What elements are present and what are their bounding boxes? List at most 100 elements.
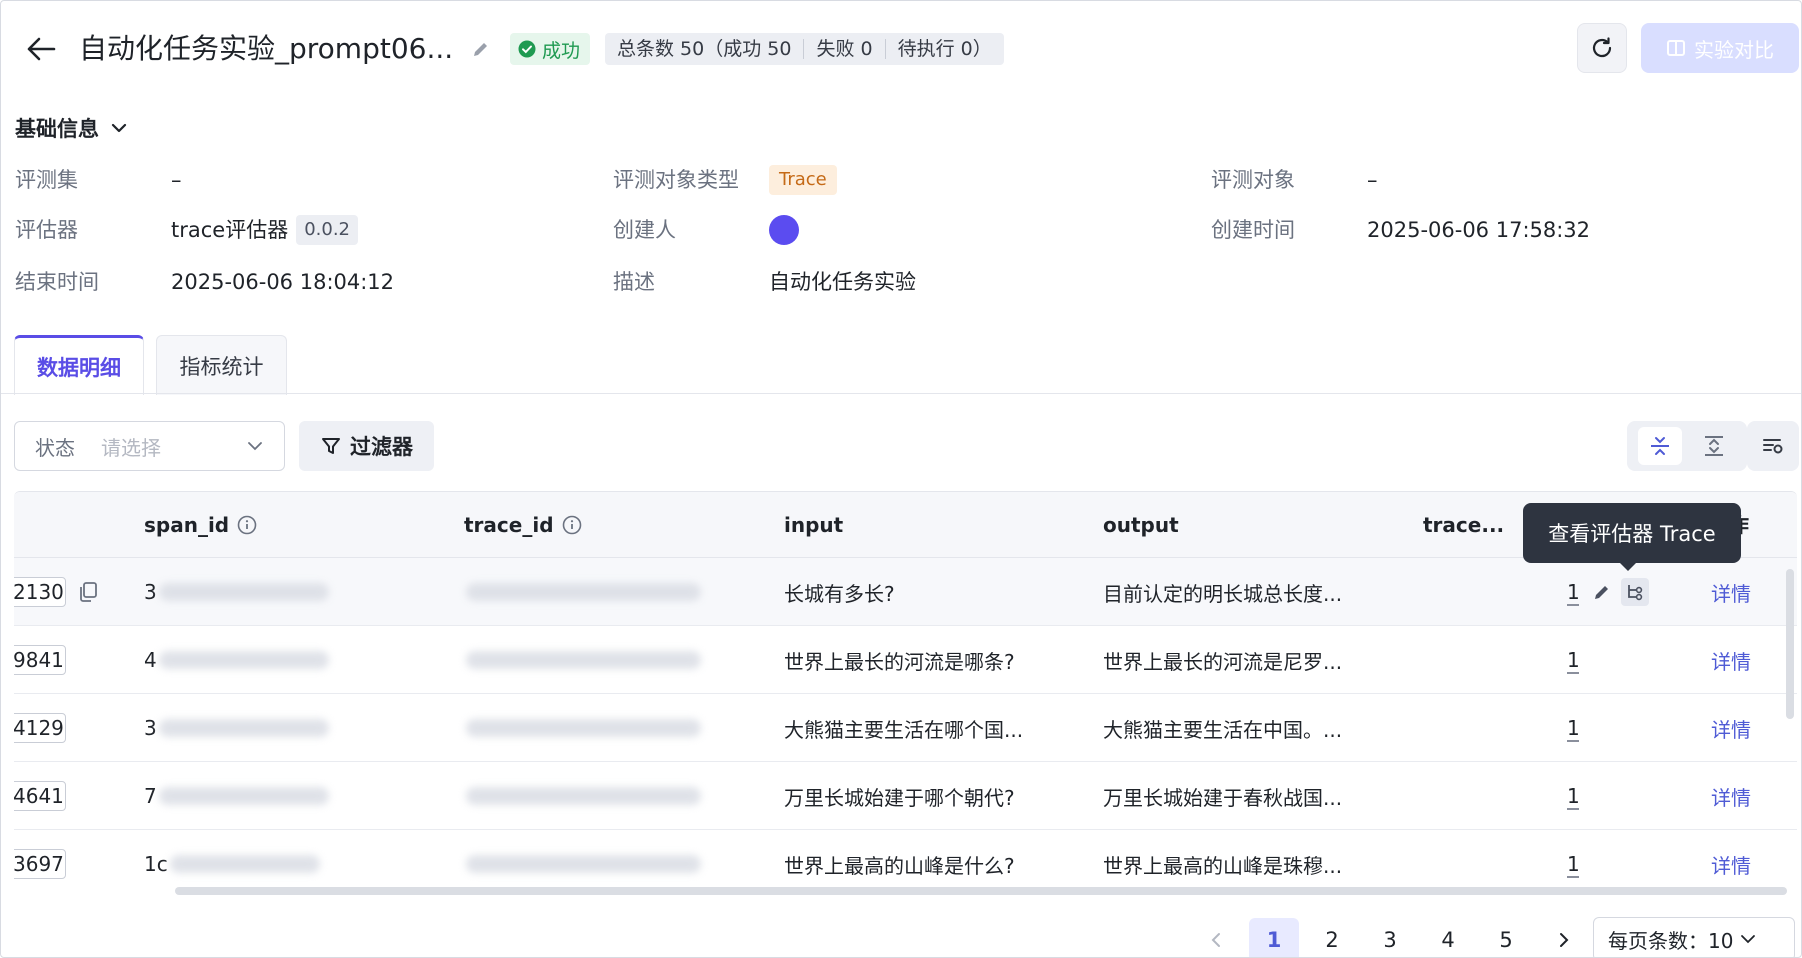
trace-id-cell <box>464 694 701 762</box>
evaluator-value: trace评估器 0.0.2 <box>171 215 359 245</box>
tab-divider <box>1 393 1801 394</box>
page-2-button[interactable]: 2 <box>1307 918 1357 957</box>
total-count: 总条数 50（成功 50 <box>617 38 792 60</box>
info-circle-icon[interactable] <box>562 515 582 535</box>
status-text: 成功 <box>542 39 581 62</box>
desc-label: 描述 <box>613 270 655 294</box>
span-id-prefix: 1c <box>144 852 168 876</box>
edit-score-pencil-icon[interactable] <box>1588 578 1616 606</box>
table-row[interactable]: 4129 3 大熊猫主要生活在哪个国... 大熊猫主要生活在中国。... 1 详… <box>14 694 1797 762</box>
score-value[interactable]: 1 <box>1567 762 1580 830</box>
redacted-span-id <box>158 719 329 737</box>
creator-value <box>769 215 799 245</box>
detail-link[interactable]: 详情 <box>1711 762 1751 830</box>
table-row[interactable]: 3697 1c 世界上最高的山峰是什么? 世界上最高的山峰是珠穆... 1 详情 <box>14 830 1797 891</box>
row-id: 9841 <box>14 645 66 675</box>
edit-title-pencil-icon[interactable] <box>467 35 495 63</box>
creator-avatar[interactable] <box>769 215 799 245</box>
table-row[interactable]: 2130 3 长城有多长? 目前认定的明长城总长度... 1 详情 <box>14 558 1797 626</box>
detail-link[interactable]: 详情 <box>1711 694 1751 762</box>
experiment-detail-page: 自动化任务实验_prompt06... 成功 总条数 50（成功 50 失败 0… <box>0 0 1802 958</box>
horizontal-scrollbar[interactable] <box>175 887 1787 895</box>
target-label: 评测对象 <box>1211 168 1295 192</box>
trace-id-cell <box>464 830 701 891</box>
tab-metric-stats[interactable]: 指标统计 <box>156 335 287 395</box>
end-time-label: 结束时间 <box>15 270 99 294</box>
trace-id-cell <box>464 558 701 626</box>
page-4-button[interactable]: 4 <box>1423 918 1473 957</box>
col-output: output <box>1103 513 1179 537</box>
prev-page-chevron-icon[interactable] <box>1191 918 1241 957</box>
detail-link[interactable]: 详情 <box>1711 558 1751 626</box>
desc-value: 自动化任务实验 <box>769 270 916 294</box>
loose-density-button[interactable] <box>1692 427 1736 465</box>
table-row[interactable]: 4641 7 万里长城始建于哪个朝代? 万里长城始建于春秋战国... 1 详情 <box>14 762 1797 830</box>
output-cell: 万里长城始建于春秋战国... <box>1103 785 1343 810</box>
status-select-label: 状态 <box>35 435 75 460</box>
col-span-id-label: span_id <box>144 513 230 537</box>
basic-info-title: 基础信息 <box>15 117 99 141</box>
check-circle-icon <box>518 40 536 58</box>
tab-data-detail[interactable]: 数据明细 <box>14 335 144 395</box>
score-value[interactable]: 1 <box>1567 626 1580 694</box>
detail-link[interactable]: 详情 <box>1711 626 1751 694</box>
evaluator-version-tag: 0.0.2 <box>296 215 359 245</box>
next-page-chevron-icon[interactable] <box>1539 918 1589 957</box>
redacted-span-id <box>158 583 329 601</box>
collapse-rows-icon <box>1651 437 1669 455</box>
score-value[interactable]: 1 <box>1567 694 1580 762</box>
row-id: 4129 <box>14 713 66 743</box>
filter-button[interactable]: 过滤器 <box>299 421 434 471</box>
count-summary: 总条数 50（成功 50 失败 0 待执行 0） <box>605 33 1004 65</box>
refresh-button[interactable] <box>1577 23 1627 73</box>
vertical-scrollbar[interactable] <box>1786 569 1794 719</box>
col-trace-id-label: trace_id <box>464 513 554 537</box>
view-evaluator-trace-icon[interactable] <box>1621 578 1649 606</box>
page-size-label: 每页条数：10 <box>1608 928 1734 953</box>
evaluator-trace-tooltip: 查看评估器 Trace <box>1523 503 1741 571</box>
output-cell: 世界上最高的山峰是珠穆... <box>1103 853 1343 878</box>
redacted-span-id <box>158 787 329 805</box>
info-circle-icon[interactable] <box>237 515 257 535</box>
input-cell: 世界上最长的河流是哪条? <box>784 649 1015 674</box>
target-value: – <box>1367 168 1378 192</box>
output-cell: 大熊猫主要生活在中国。... <box>1103 717 1343 742</box>
row-id: 4641 <box>14 781 66 811</box>
table-row[interactable]: 9841 4 世界上最长的河流是哪条? 世界上最长的河流是尼罗... 1 详情 <box>14 626 1797 694</box>
compact-density-button[interactable] <box>1638 427 1682 465</box>
failed-count: 失败 0 <box>803 39 884 59</box>
row-density-toggle <box>1627 421 1747 471</box>
trace-id-cell <box>464 626 701 694</box>
span-id-cell: 7 <box>144 762 329 830</box>
page-size-select[interactable]: 每页条数：10 <box>1593 917 1795 957</box>
column-settings-button[interactable] <box>1747 421 1799 471</box>
output-cell: 目前认定的明长城总长度... <box>1103 581 1343 606</box>
chevron-down-icon <box>1741 935 1756 944</box>
score-value[interactable]: 1 <box>1567 558 1580 626</box>
created-time-label: 创建时间 <box>1211 218 1295 242</box>
page-3-button[interactable]: 3 <box>1365 918 1415 957</box>
eval-set-value: – <box>171 168 182 192</box>
status-select-placeholder: 请选择 <box>101 435 161 460</box>
compare-experiments-button[interactable]: 实验对比 <box>1641 23 1799 73</box>
copy-icon[interactable] <box>76 580 100 604</box>
redacted-trace-id <box>466 651 701 669</box>
redacted-trace-id <box>466 583 701 601</box>
score-value[interactable]: 1 <box>1567 830 1580 891</box>
pending-count: 待执行 0） <box>884 39 1004 59</box>
basic-info-toggle[interactable]: 基础信息 <box>15 113 129 143</box>
page-5-button[interactable]: 5 <box>1481 918 1531 957</box>
back-arrow-icon[interactable] <box>21 29 61 69</box>
input-cell: 万里长城始建于哪个朝代? <box>784 785 1015 810</box>
input-cell: 大熊猫主要生活在哪个国... <box>784 717 1024 742</box>
col-trace-evaluator: trace... <box>1423 513 1505 537</box>
redacted-span-id <box>158 651 329 669</box>
detail-link[interactable]: 详情 <box>1711 830 1751 891</box>
span-id-cell: 3 <box>144 558 329 626</box>
page-1-button[interactable]: 1 <box>1249 918 1299 957</box>
row-id: 3697 <box>14 849 66 879</box>
span-id-cell: 1c <box>144 830 320 891</box>
compare-icon <box>1667 40 1685 56</box>
status-select[interactable]: 状态 请选择 <box>14 421 285 471</box>
end-time-value: 2025-06-06 18:04:12 <box>171 270 395 294</box>
